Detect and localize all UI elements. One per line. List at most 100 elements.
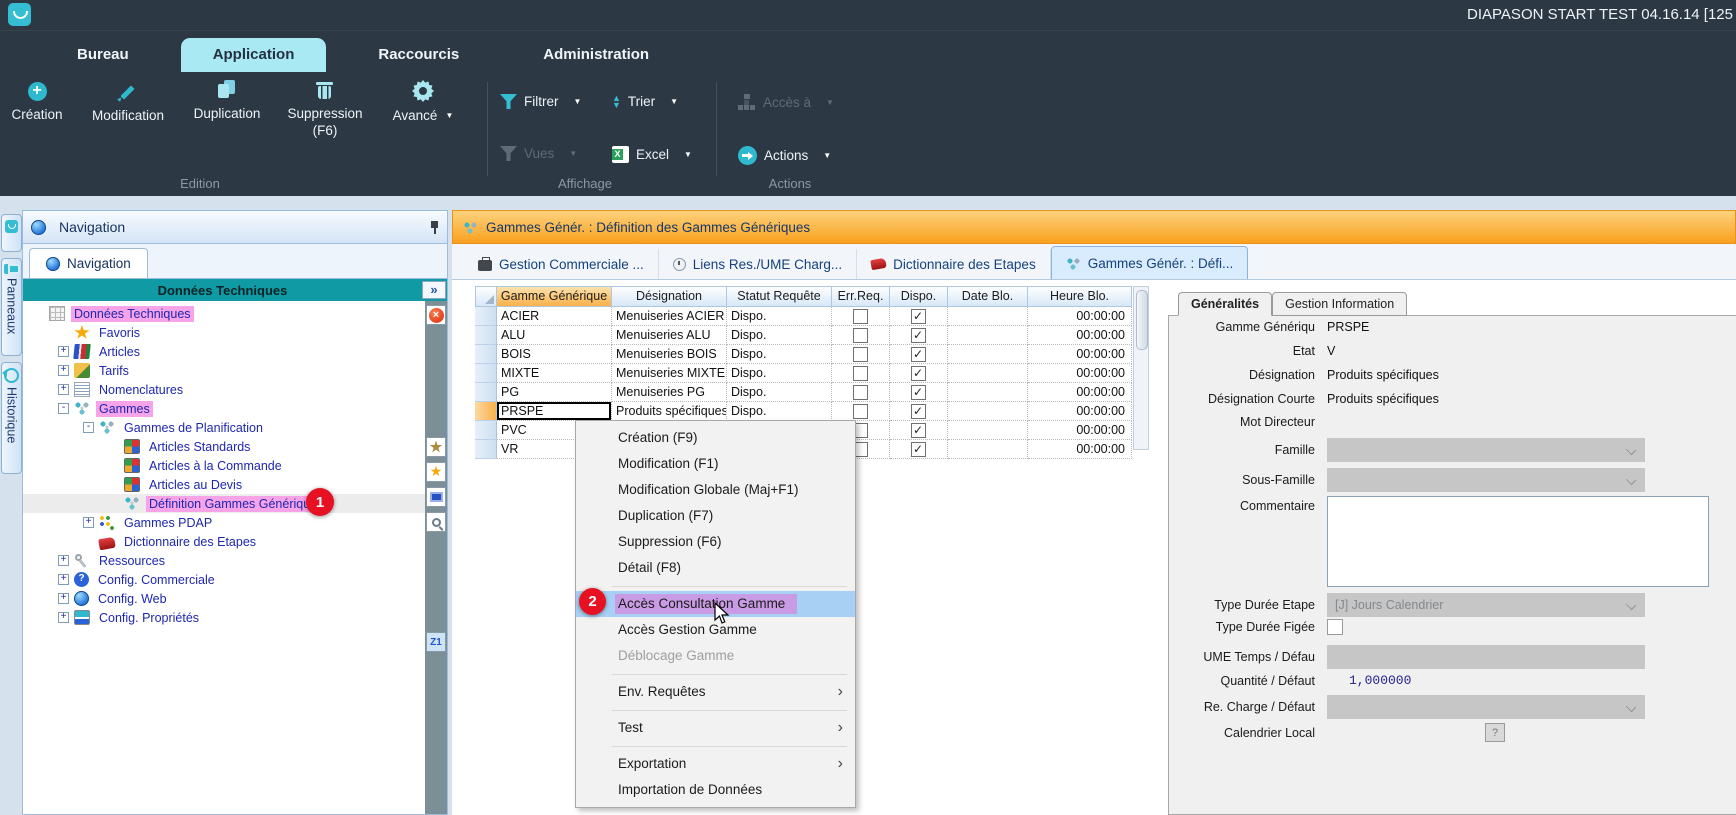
excel-button[interactable]: Excel ▼ [612,146,692,163]
checkbox-unchecked[interactable] [853,328,868,343]
column-header-gamme-generique[interactable]: Gamme Générique [497,286,612,307]
doc-tab-gestion-commerciale[interactable]: Gestion Commerciale ... [464,249,659,279]
tree-item-config-web[interactable]: + Config. Web [23,589,425,608]
expand-icon[interactable]: + [83,517,94,528]
tree-item-gammes[interactable]: - Gammes [23,399,425,418]
checkbox-unchecked[interactable] [853,404,868,419]
tree-item-config-commerciale[interactable]: + Config. Commerciale [23,570,425,589]
table-row[interactable]: BOIS Menuiseries BOIS Dispo. 00:00:00 [475,345,1132,364]
filtrer-button[interactable]: Filtrer ▼ [500,94,581,109]
tree-item-articles-au-devis[interactable]: Articles au Devis [23,475,425,494]
expand-icon[interactable]: + [58,365,69,376]
tree-item-donnees-techniques[interactable]: Données Techniques [23,304,425,323]
tree-item-gammes-pdap[interactable]: + Gammes PDAP [23,513,425,532]
tab-gestion-information[interactable]: Gestion Information [1272,292,1407,316]
menu-item-modification[interactable]: Modification (F1) [576,451,855,477]
pin-icon[interactable] [430,221,439,234]
ribbon-tab-bureau[interactable]: Bureau [45,38,161,72]
checkbox-checked[interactable] [911,309,926,324]
expand-icon[interactable]: + [58,346,69,357]
search-button[interactable] [426,512,446,532]
column-header-dispo[interactable]: Dispo. [890,286,948,307]
column-header-designation[interactable]: Désignation [612,286,727,307]
checkbox-checked[interactable] [911,423,926,438]
menu-item-importation-de-donnees[interactable]: Importation de Données [576,777,855,803]
re-charge-select[interactable] [1327,695,1645,719]
screen-button[interactable] [426,487,446,507]
navigation-tab[interactable]: Navigation [29,248,148,278]
ribbon-tab-administration[interactable]: Administration [511,38,681,72]
table-row[interactable]: ALU Menuiseries ALU Dispo. 00:00:00 [475,326,1132,345]
menu-item-suppression[interactable]: Suppression (F6) [576,529,855,555]
table-scrollbar[interactable] [1133,286,1149,450]
settings-button[interactable] [426,437,446,457]
collapse-panel-button[interactable]: » [422,281,446,299]
table-row[interactable]: ACIER Menuiseries ACIER Dispo. 00:00:00 [475,307,1132,326]
tree-item-dictionnaire-des-etapes[interactable]: Dictionnaire des Etapes [23,532,425,551]
menu-item-detail[interactable]: Détail (F8) [576,555,855,581]
checkbox-unchecked[interactable] [853,385,868,400]
creation-button[interactable]: Création [4,82,70,122]
checkbox-checked[interactable] [911,366,926,381]
tree-item-articles[interactable]: + Articles [23,342,425,361]
column-header-err-req[interactable]: Err.Req. [832,286,890,307]
ribbon-tab-application[interactable]: Application [181,38,327,72]
menu-item-test[interactable]: Test › [576,715,855,741]
table-row-selected[interactable]: PRSPE Produits spécifiques Dispo. 00:00:… [475,402,1132,421]
duplication-button[interactable]: Duplication [184,80,270,121]
close-button[interactable]: × [426,305,446,325]
tree-item-articles-a-la-commande[interactable]: Articles à la Commande [23,456,425,475]
doc-tab-liens-res-ume[interactable]: Liens Res./UME Charg... [659,249,857,279]
favorites-button[interactable]: ★ [426,462,446,482]
avance-button[interactable]: Avancé▼ [380,80,466,123]
tree-item-ressources[interactable]: + Ressources [23,551,425,570]
table-row[interactable]: MIXTE Menuiseries MIXTE Dispo. 00:00:00 [475,364,1132,383]
checkbox-checked[interactable] [911,328,926,343]
sous-famille-select[interactable] [1327,468,1645,492]
tree-item-gammes-de-planification[interactable]: - Gammes de Planification [23,418,425,437]
checkbox-unchecked[interactable] [853,309,868,324]
rail-tab-historique[interactable]: Historique [1,362,22,474]
suppression-button[interactable]: Suppression (F6) [276,80,374,138]
checkbox-checked[interactable] [911,347,926,362]
column-header-date-blo[interactable]: Date Blo. [948,286,1028,307]
doc-tab-dictionnaire-des-etapes[interactable]: Dictionnaire des Etapes [857,249,1051,279]
modification-button[interactable]: Modification [76,82,180,123]
tree-item-nomenclatures[interactable]: + Nomenclatures [23,380,425,399]
trier-button[interactable]: ▲▼ Trier ▼ [612,94,678,109]
checkbox-unchecked[interactable] [853,366,868,381]
commentaire-textarea[interactable] [1327,496,1709,587]
rail-tab-panneaux[interactable]: Panneaux [1,258,22,356]
row-selector-header[interactable] [475,286,497,307]
checkbox-checked[interactable] [911,404,926,419]
expand-icon[interactable]: + [58,612,69,623]
tab-generalites[interactable]: Généralités [1178,292,1272,316]
ribbon-tab-raccourcis[interactable]: Raccourcis [346,38,491,72]
menu-item-modification-globale[interactable]: Modification Globale (Maj+F1) [576,477,855,503]
tree-item-definition-gammes-generiques[interactable]: Définition Gammes Génériques [23,494,425,513]
menu-item-creation[interactable]: Création (F9) [576,425,855,451]
tree-item-articles-standards[interactable]: Articles Standards [23,437,425,456]
doc-tab-gammes-generiques[interactable]: Gammes Génér. : Défi... [1051,246,1249,279]
menu-item-env-requetes[interactable]: Env. Requêtes › [576,679,855,705]
expand-icon[interactable]: + [58,593,69,604]
collapse-icon[interactable]: - [83,422,94,433]
checkbox-unchecked[interactable] [853,347,868,362]
menu-item-duplication[interactable]: Duplication (F7) [576,503,855,529]
rail-tab-logo[interactable] [1,214,22,252]
actions-button[interactable]: Actions ▼ [738,146,831,165]
famille-select[interactable] [1327,438,1645,462]
scrollbar-thumb[interactable] [1136,290,1148,350]
table-row[interactable]: PG Menuiseries PG Dispo. 00:00:00 [475,383,1132,402]
zoom-button[interactable]: Z1 [426,632,446,652]
expand-icon[interactable]: + [58,384,69,395]
expand-icon[interactable]: + [58,574,69,585]
checkbox-checked[interactable] [911,442,926,457]
expand-icon[interactable]: + [58,555,69,566]
menu-item-exportation[interactable]: Exportation › [576,751,855,777]
tree-item-tarifs[interactable]: + Tarifs [23,361,425,380]
tree-item-favoris[interactable]: Favoris [23,323,425,342]
collapse-icon[interactable]: - [58,403,69,414]
help-button[interactable]: ? [1485,723,1505,742]
type-duree-figee-checkbox[interactable] [1327,619,1343,635]
